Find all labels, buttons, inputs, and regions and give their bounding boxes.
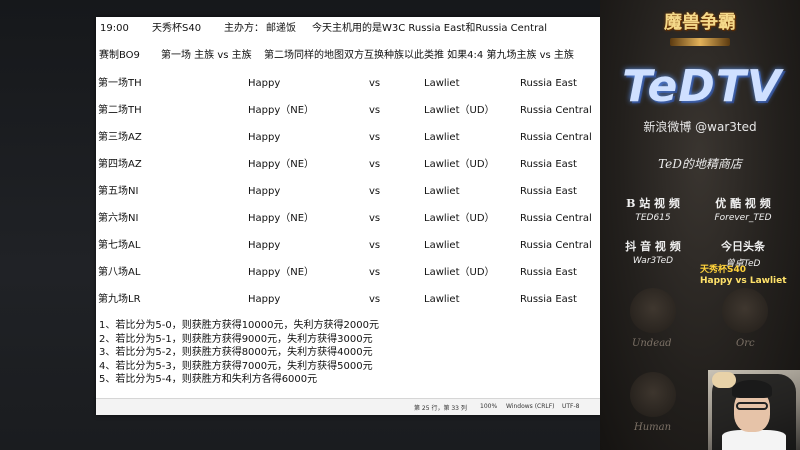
social-handle: Forever_TED — [714, 213, 772, 223]
server-name: Russia Central — [520, 132, 592, 143]
game-label: 第八场AL — [98, 267, 141, 278]
prize-rule-line: 4、若比分为5-3，则获胜方获得7000元，失利方获得5000元 — [99, 360, 373, 372]
prize-rule-line: 2、若比分为5-1，则获胜方获得9000元，失利方获得3000元 — [99, 333, 373, 345]
race-label-human: Human — [634, 422, 672, 433]
text-document[interactable]: 19:00 天秀杯S40 主办方： 邮递饭 今天主机用的是W3C Russia … — [96, 17, 616, 399]
player2-name: Lawliet（UD） — [424, 213, 495, 224]
social-platform: 优 酷 视 频 — [715, 197, 771, 210]
race-label-orc: Orc — [736, 338, 755, 349]
player2-name: Lawliet — [424, 78, 460, 89]
server-name: Russia East — [520, 267, 577, 278]
versus-label: vs — [369, 78, 381, 89]
shop-title: TeD的地精商店 — [658, 157, 742, 171]
server-name: Russia East — [520, 159, 577, 170]
player1-name: Happy（NE） — [248, 267, 315, 278]
match-format: 赛制BO9 — [99, 50, 140, 61]
player1-name: Happy — [248, 294, 281, 305]
server-name: Russia Central — [520, 213, 592, 224]
race-rule: 第一场 主族 vs 主族 — [161, 50, 252, 61]
server-name: Russia East — [520, 78, 577, 89]
status-bar: 第 25 行，第 33 列 100% Windows (CRLF) UTF-8 — [96, 398, 616, 415]
game-label: 第九场LR — [98, 294, 141, 305]
undead-crest-icon — [630, 288, 676, 334]
match-title: 天秀杯S40 — [700, 265, 747, 275]
webcam-feed — [708, 370, 800, 450]
game-label: 第五场NI — [98, 186, 139, 197]
player1-name: Happy（NE） — [248, 159, 315, 170]
versus-label: vs — [369, 213, 381, 224]
zoom-level: 100% — [480, 403, 498, 410]
race-label-undead: Undead — [632, 338, 672, 349]
cursor-position: 第 25 行，第 33 列 — [414, 405, 467, 412]
social-platform: B 站 视 频 — [626, 197, 680, 210]
player2-name: Lawliet（UD） — [424, 159, 495, 170]
social-platform: 抖 音 视 频 — [625, 240, 681, 253]
server-name: Russia Central — [520, 105, 592, 116]
versus-label: vs — [369, 186, 381, 197]
social-youku: 优 酷 视 频 Forever_TED — [698, 195, 788, 223]
versus-label: vs — [369, 105, 381, 116]
game-label: 第一场TH — [98, 78, 142, 89]
player1-name: Happy — [248, 186, 281, 197]
orc-crest-icon — [722, 288, 768, 334]
player1-name: Happy（NE） — [248, 213, 315, 224]
game-label: 第六场NI — [98, 213, 139, 224]
player2-name: Lawliet — [424, 240, 460, 251]
social-handle: TED615 — [635, 213, 671, 223]
organizer-name: 邮递饭 — [266, 23, 296, 34]
game-label: 第七场AL — [98, 240, 141, 251]
player2-name: Lawliet — [424, 294, 460, 305]
social-platform: 今日头条 — [721, 240, 765, 253]
versus-label: vs — [369, 132, 381, 143]
social-douyin: 抖 音 视 频 War3TeD — [608, 238, 698, 266]
weibo-handle: 新浪微博 @war3ted — [643, 120, 757, 134]
human-crest-icon — [630, 372, 676, 418]
line-ending: Windows (CRLF) — [506, 403, 555, 410]
player1-name: Happy（NE） — [248, 105, 315, 116]
versus-label: vs — [369, 159, 381, 170]
player1-name: Happy — [248, 78, 281, 89]
match-players: Happy vs Lawliet — [700, 276, 787, 286]
server-name: Russia Central — [520, 240, 592, 251]
versus-label: vs — [369, 294, 381, 305]
server-name: Russia East — [520, 186, 577, 197]
brand-logo: TeDTV — [622, 61, 782, 112]
glasses-icon — [736, 402, 768, 410]
streamer-shirt — [722, 430, 786, 450]
server-name: Russia East — [520, 294, 577, 305]
event-name: 天秀杯S40 — [152, 23, 202, 34]
notepad-window: 19:00 天秀杯S40 主办方： 邮递饭 今天主机用的是W3C Russia … — [96, 17, 617, 415]
streamer-hair — [732, 380, 772, 398]
prize-rule-line: 5、若比分为5-4，则获胜方和失利方各得6000元 — [99, 374, 318, 385]
organizer-label: 主办方： — [224, 23, 264, 34]
versus-label: vs — [369, 240, 381, 251]
versus-label: vs — [369, 267, 381, 278]
encoding: UTF-8 — [562, 403, 580, 410]
prize-rule-line: 1、若比分为5-0，则获胜方获得10000元，失利方获得2000元 — [99, 320, 379, 331]
prize-rule-line: 3、若比分为5-2，则获胜方获得8000元，失利方获得4000元 — [99, 347, 373, 358]
host-note: 今天主机用的是W3C Russia East和Russia Central — [312, 23, 548, 34]
game-label: 第二场TH — [98, 105, 142, 116]
game-label: 第四场AZ — [98, 159, 142, 170]
player2-name: Lawliet（UD） — [424, 267, 495, 278]
player2-name: Lawliet — [424, 132, 460, 143]
player2-name: Lawliet — [424, 186, 460, 197]
player1-name: Happy — [248, 132, 281, 143]
social-handle: War3TeD — [632, 256, 674, 266]
player2-name: Lawliet（UD） — [424, 105, 495, 116]
social-bilibili: B 站 视 频 TED615 — [608, 195, 698, 223]
event-time: 19:00 — [100, 23, 129, 34]
logo-ornament-icon — [670, 38, 730, 46]
game-label: 第三场AZ — [98, 132, 142, 143]
current-match: 天秀杯S40 Happy vs Lawliet — [700, 265, 800, 287]
player1-name: Happy — [248, 240, 281, 251]
game-logo-text: 魔兽争霸 — [664, 12, 736, 33]
game-logo: 魔兽争霸 — [652, 8, 748, 54]
race-rule-detail: 第二场同样的地图双方互换种族以此类推 如果4:4 第九场主族 vs 主族 — [264, 50, 574, 61]
